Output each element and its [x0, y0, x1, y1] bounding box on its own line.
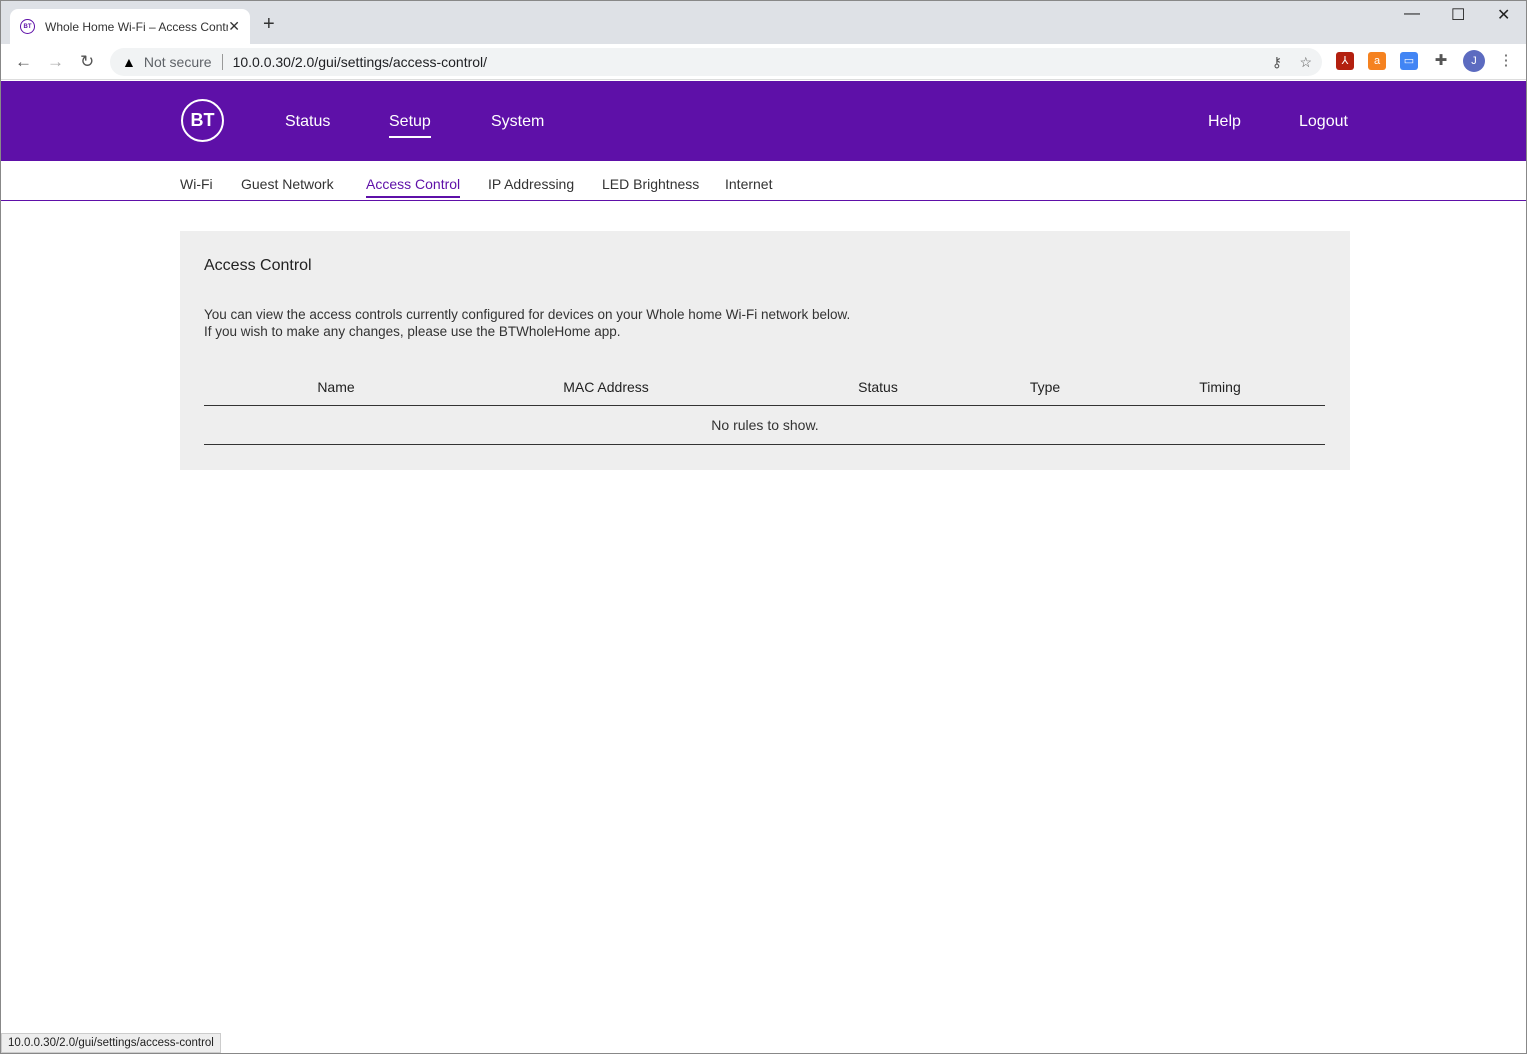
- bt-logo[interactable]: BT: [181, 99, 224, 142]
- help-link[interactable]: Help: [1208, 113, 1241, 131]
- back-icon[interactable]: ←: [15, 52, 32, 72]
- panel-title: Access Control: [204, 257, 312, 274]
- site-header: BT Status Setup System Help Logout: [1, 81, 1526, 161]
- subnav-led-brightness[interactable]: LED Brightness: [602, 176, 699, 192]
- key-icon[interactable]: ⚷: [1272, 54, 1282, 71]
- menu-kebab-icon[interactable]: ⋮: [1497, 52, 1515, 70]
- browser-tab[interactable]: BT Whole Home Wi-Fi – Access Control ✕: [10, 9, 250, 44]
- shopping-extension-icon[interactable]: a: [1368, 52, 1386, 70]
- bt-favicon-icon: BT: [20, 19, 35, 34]
- subnav-access-control[interactable]: Access Control: [366, 176, 461, 198]
- browser-toolbar: ← → ↻ ▲ Not secure 10.0.0.30/2.0/gui/set…: [1, 44, 1526, 80]
- table-header-divider: [204, 405, 1325, 406]
- close-window-icon[interactable]: ✕: [1497, 5, 1510, 25]
- divider: [221, 54, 223, 70]
- profile-avatar[interactable]: J: [1463, 50, 1485, 72]
- pdf-extension-icon[interactable]: ⅄: [1336, 52, 1354, 70]
- minimize-icon[interactable]: —: [1404, 5, 1420, 23]
- new-tab-icon[interactable]: +: [263, 13, 275, 36]
- panel-description: You can view the access controls current…: [204, 306, 850, 340]
- column-status: Status: [858, 379, 898, 395]
- empty-rules-message: No rules to show.: [711, 417, 819, 433]
- status-bar-url: 10.0.0.30/2.0/gui/settings/access-contro…: [1, 1033, 221, 1053]
- nav-setup[interactable]: Setup: [389, 113, 431, 138]
- nav-status[interactable]: Status: [285, 113, 330, 131]
- tab-strip: BT Whole Home Wi-Fi – Access Control ✕ +…: [1, 1, 1526, 44]
- address-bar[interactable]: ▲ Not secure 10.0.0.30/2.0/gui/settings/…: [110, 48, 1322, 76]
- access-control-panel: Access Control You can view the access c…: [180, 231, 1350, 470]
- logout-link[interactable]: Logout: [1299, 113, 1348, 131]
- subnav-ip-addressing[interactable]: IP Addressing: [488, 176, 574, 192]
- reload-icon[interactable]: ↻: [80, 52, 94, 72]
- extensions-puzzle-icon[interactable]: ✚: [1432, 52, 1450, 70]
- star-icon[interactable]: ☆: [1299, 54, 1312, 71]
- subnav-guest-network[interactable]: Guest Network: [241, 176, 334, 192]
- column-timing: Timing: [1199, 379, 1241, 395]
- subnav-wifi[interactable]: Wi-Fi: [180, 176, 213, 192]
- tab-title: Whole Home Wi-Fi – Access Control: [45, 19, 229, 34]
- screenshot-extension-icon[interactable]: ▭: [1400, 52, 1418, 70]
- warning-icon: ▲: [122, 54, 136, 70]
- table-bottom-divider: [204, 444, 1325, 445]
- column-name: Name: [317, 379, 355, 395]
- security-label[interactable]: Not secure: [144, 54, 212, 70]
- nav-system[interactable]: System: [491, 113, 544, 131]
- column-mac-address: MAC Address: [563, 379, 649, 395]
- close-tab-icon[interactable]: ✕: [228, 18, 240, 35]
- maximize-icon[interactable]: ☐: [1451, 5, 1465, 25]
- url-text[interactable]: 10.0.0.30/2.0/gui/settings/access-contro…: [233, 54, 487, 70]
- column-type: Type: [1029, 379, 1061, 395]
- subnav-internet[interactable]: Internet: [725, 176, 772, 192]
- forward-icon[interactable]: →: [47, 52, 64, 72]
- description-line: If you wish to make any changes, please …: [204, 324, 621, 339]
- sub-navigation: Wi-Fi Guest Network Access Control IP Ad…: [1, 161, 1526, 201]
- description-line: You can view the access controls current…: [204, 307, 851, 322]
